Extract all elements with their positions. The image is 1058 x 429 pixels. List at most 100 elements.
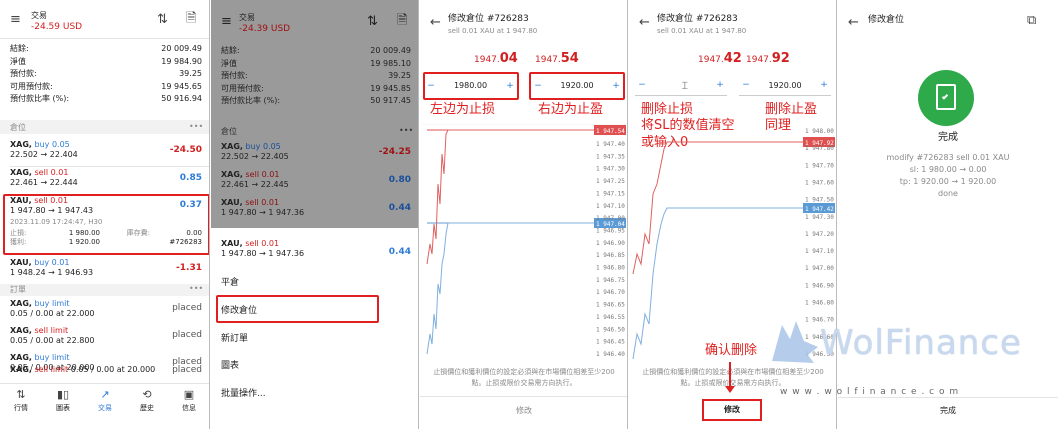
- ask-big: 92: [771, 51, 790, 66]
- menu-new-order[interactable]: 新訂單: [221, 334, 248, 345]
- new-order-icon[interactable]: 🗎: [186, 12, 196, 25]
- position-row[interactable]: XAG, sell 0.01 22.461 → 22.444 0.85: [10, 168, 202, 192]
- price-axis-label: 1 946.70: [596, 289, 625, 296]
- nav-chart[interactable]: ▮▯ 圖表: [42, 388, 84, 424]
- order-symbol: XAG,: [10, 353, 32, 362]
- nav-messages[interactable]: ▣ 信息: [168, 388, 209, 424]
- modify-button[interactable]: 修改: [420, 405, 627, 416]
- price-tag-blue: 1 947.42: [805, 206, 834, 213]
- copy-icon[interactable]: ⧉: [1027, 14, 1036, 27]
- order-row[interactable]: XAG, buy limit 0.05 / 0.00 at 22.000 pla…: [10, 299, 202, 321]
- position-row[interactable]: XAG, buy 0.05 22.502 → 22.405 -24.25: [221, 142, 411, 166]
- price-axis-label: 1 947.80: [805, 145, 834, 152]
- position-profit: 0.85: [179, 173, 202, 183]
- panel-done: ← 修改倉位 ⧉ 完成 modify #726283 sell 0.01 XAU…: [838, 0, 1058, 429]
- price-axis-label: 1 946.75: [596, 277, 625, 284]
- price-axis-label: 1 947.25: [596, 178, 625, 185]
- more-icon[interactable]: •••: [189, 122, 203, 132]
- sl-stepper[interactable]: − +: [635, 76, 727, 96]
- order-row[interactable]: XAG, sell limit 0.05 / 0.00 at 22.800 pl…: [10, 326, 202, 348]
- position-symbol: XAG,: [10, 140, 32, 149]
- hamburger-menu-icon[interactable]: ≡: [10, 13, 21, 26]
- order-side: sell limit: [34, 326, 69, 335]
- back-arrow-icon[interactable]: ←: [430, 16, 441, 29]
- order-row[interactable]: XAG, sell limit 0.05 / 0.00 at 20.000 pl…: [10, 365, 202, 379]
- position-side: buy 0.05: [245, 142, 281, 151]
- position-side: buy 0.01: [34, 258, 70, 267]
- panel-trade-list: ≡ 交易 -24.59 USD ⇅ 🗎 結餘: 20 009.49 淨值 19 98…: [0, 0, 210, 429]
- new-order-icon[interactable]: 🗎: [397, 14, 407, 27]
- done-button[interactable]: 完成: [838, 405, 1058, 416]
- page-title: 修改倉位 #726283: [657, 14, 738, 24]
- sort-icon[interactable]: ⇅: [157, 13, 168, 26]
- summary-label: 預付款:: [10, 69, 37, 78]
- more-icon[interactable]: •••: [399, 126, 413, 136]
- price-axis-label: 1 947.30: [805, 214, 834, 221]
- price-axis-label: 1 946.50: [805, 351, 834, 358]
- modify-button[interactable]: 修改: [702, 399, 762, 421]
- nav-label: 信息: [182, 404, 196, 412]
- position-symbol: XAU,: [221, 198, 243, 207]
- sort-icon[interactable]: ⇅: [367, 15, 378, 28]
- price-axis-label: 1 947.00: [805, 265, 834, 272]
- back-arrow-icon[interactable]: ←: [848, 16, 859, 29]
- sl-plus-button[interactable]: +: [713, 80, 727, 91]
- panel-context-menu: ≡ 交易 -24.39 USD ⇅ 🗎 結餘: 20 009.49 淨值 19 98…: [211, 0, 419, 429]
- summary-label: 結餘:: [10, 44, 29, 53]
- price-axis-labels: 1 947.40 1 947.35 1 947.30 1 947.25 1 947.15…: [596, 141, 625, 358]
- positions-header: 倉位: [10, 123, 26, 132]
- ask-price: 1947.92: [746, 51, 790, 66]
- tp-stepper[interactable]: − 1920.00 +: [739, 76, 831, 96]
- back-arrow-icon[interactable]: ←: [639, 16, 650, 29]
- done-title: 完成: [938, 132, 958, 143]
- ask-main: 1947.: [535, 55, 561, 65]
- price-axis-label: 1 946.45: [596, 339, 625, 346]
- price-axis-label: 1 947.60: [805, 179, 834, 186]
- menu-chart[interactable]: 圖表: [221, 361, 239, 372]
- price-axis-label: 1 946.55: [596, 314, 625, 321]
- selected-position: XAU, sell 0.01 1 947.80 → 1 947.36 0.44: [221, 239, 411, 258]
- position-row[interactable]: XAG, sell 0.01 22.461 → 22.445 0.80: [221, 170, 411, 194]
- more-icon[interactable]: •••: [189, 284, 203, 294]
- hamburger-menu-icon[interactable]: ≡: [221, 15, 232, 28]
- menu-bulk-operations[interactable]: 批量操作...: [221, 389, 266, 400]
- bottom-sheet: XAU, sell 0.01 1 947.80 → 1 947.36 0.44 …: [211, 228, 418, 429]
- balance-change: -24.39 USD: [239, 24, 291, 34]
- position-row[interactable]: XAU, buy 0.01 1 948.24 → 1 946.93 -1.31: [10, 258, 202, 282]
- menu-close-position[interactable]: 平倉: [221, 278, 239, 289]
- highlight-box: [3, 194, 209, 255]
- orders-header: 訂單: [10, 285, 26, 294]
- nav-history[interactable]: ⟲ 歷史: [126, 388, 168, 424]
- nav-label: 歷史: [140, 404, 154, 412]
- position-row[interactable]: XAG, buy 0.05 22.502 → 22.404 -24.50: [10, 140, 202, 164]
- price-axis-label: 1 947.30: [596, 166, 625, 173]
- bid-price: 1947.04: [474, 51, 518, 66]
- nav-quotes[interactable]: ⇅ 行情: [0, 388, 42, 424]
- balance-change: -24.59 USD: [31, 22, 83, 32]
- price-axis-label: 1 946.40: [596, 351, 625, 358]
- quotes-icon: ⇅: [16, 388, 26, 401]
- order-status: placed: [172, 330, 202, 340]
- nav-trade[interactable]: ↗ 交易: [84, 388, 126, 424]
- price-axis-label: 1 946.90: [805, 282, 834, 289]
- sl-minus-button[interactable]: −: [635, 80, 649, 91]
- summary-label: 淨值: [10, 56, 26, 66]
- position-row[interactable]: XAU, sell 0.01 1 947.80 → 1 947.36 0.44: [221, 198, 411, 222]
- tp-input[interactable]: 1920.00: [753, 81, 817, 91]
- tp-plus-button[interactable]: +: [817, 80, 831, 91]
- annotation-confirm-delete: 确认删除: [705, 343, 758, 358]
- position-symbol: XAG,: [221, 170, 243, 179]
- ask-main: 1947.: [746, 55, 772, 65]
- sl-input[interactable]: [649, 81, 713, 90]
- summary-value: 19 945.85: [370, 83, 411, 93]
- price-axis-labels: 1 948.00 1 947.80 1 947.70 1 947.60 1 947.50…: [805, 128, 834, 358]
- order-status: placed: [172, 303, 202, 313]
- page-title: 交易: [31, 11, 47, 20]
- price-axis-label: 1 946.60: [805, 334, 834, 341]
- page-title: 交易: [239, 13, 255, 22]
- tp-minus-button[interactable]: −: [739, 80, 753, 91]
- position-symbol: XAU,: [10, 258, 32, 267]
- price-axis-label: 1 946.50: [596, 326, 625, 333]
- price-tag-red: 1 947.54: [596, 128, 625, 135]
- page-title: 修改倉位: [868, 15, 905, 25]
